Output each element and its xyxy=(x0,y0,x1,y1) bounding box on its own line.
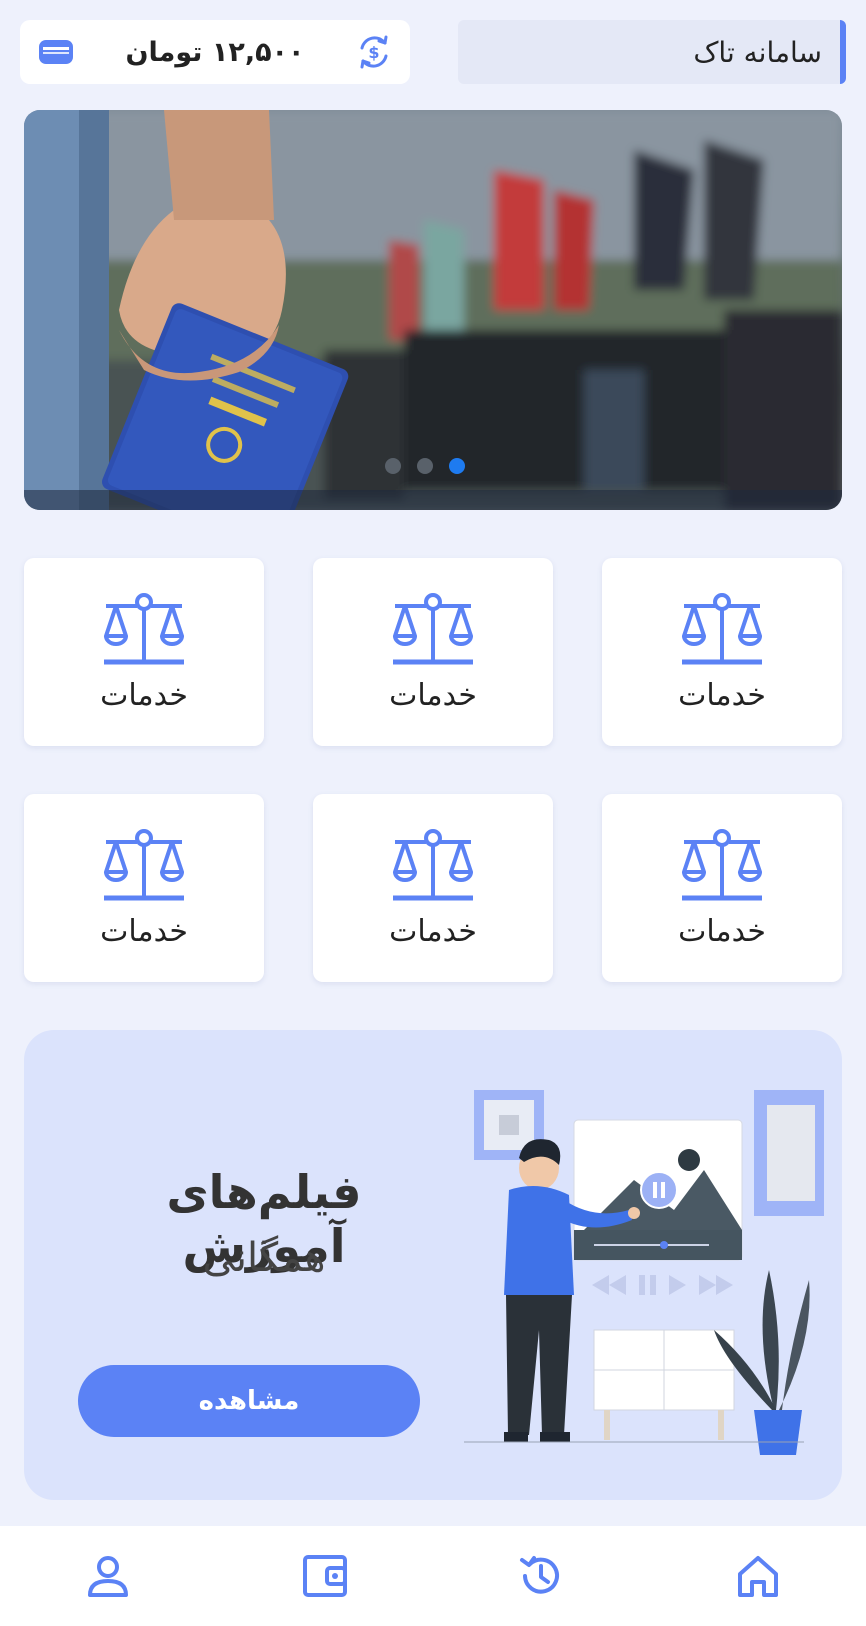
nav-home[interactable] xyxy=(728,1546,788,1606)
view-button[interactable]: مشاهده xyxy=(78,1365,420,1437)
nav-wallet[interactable] xyxy=(295,1546,355,1606)
service-label: خدمات xyxy=(100,913,188,949)
wallet-card-icon[interactable] xyxy=(36,32,76,72)
service-card[interactable]: خدمات xyxy=(313,794,553,982)
service-card[interactable]: خدمات xyxy=(24,794,264,982)
service-label: خدمات xyxy=(678,677,766,713)
carousel-dot[interactable] xyxy=(417,458,433,474)
service-card[interactable]: خدمات xyxy=(602,794,842,982)
banner-bottom-shade xyxy=(24,490,842,510)
nav-profile[interactable] xyxy=(78,1546,138,1606)
carousel-dot[interactable] xyxy=(385,458,401,474)
currency-refresh-icon[interactable]: $ xyxy=(354,32,394,72)
service-card[interactable]: خدمات xyxy=(313,558,553,746)
balance-amount: ۱۲,۵۰۰ تومان xyxy=(125,36,305,68)
carousel-indicators[interactable] xyxy=(385,458,465,474)
service-label: خدمات xyxy=(100,677,188,713)
nav-history[interactable] xyxy=(511,1546,571,1606)
history-icon xyxy=(520,1556,560,1594)
scale-icon xyxy=(104,592,184,664)
scale-icon xyxy=(104,828,184,900)
app-title-box: سامانه تاک xyxy=(458,20,846,84)
service-card[interactable]: خدمات xyxy=(602,558,842,746)
bottom-navigation xyxy=(0,1526,866,1626)
service-card[interactable]: خدمات xyxy=(24,558,264,746)
video-tutorial-illustration xyxy=(464,1090,824,1455)
service-label: خدمات xyxy=(389,677,477,713)
hero-banner[interactable] xyxy=(24,110,842,510)
carousel-dot-active[interactable] xyxy=(449,458,465,474)
promo-subtitle: همگانی xyxy=(202,1235,326,1281)
scale-icon xyxy=(393,828,473,900)
wallet-icon xyxy=(302,1555,347,1597)
home-icon xyxy=(737,1556,778,1597)
app-title: سامانه تاک xyxy=(693,35,822,69)
wallet-balance-box[interactable]: $ ۱۲,۵۰۰ تومان xyxy=(20,20,410,84)
svg-text:$: $ xyxy=(368,43,379,62)
scale-icon xyxy=(393,592,473,664)
service-label: خدمات xyxy=(678,913,766,949)
profile-icon xyxy=(88,1556,129,1597)
training-videos-promo: فیلم‌های آموزش همگانی مشاهده xyxy=(24,1030,842,1500)
service-label: خدمات xyxy=(389,913,477,949)
banner-image xyxy=(24,110,842,510)
scale-icon xyxy=(682,592,762,664)
scale-icon xyxy=(682,828,762,900)
